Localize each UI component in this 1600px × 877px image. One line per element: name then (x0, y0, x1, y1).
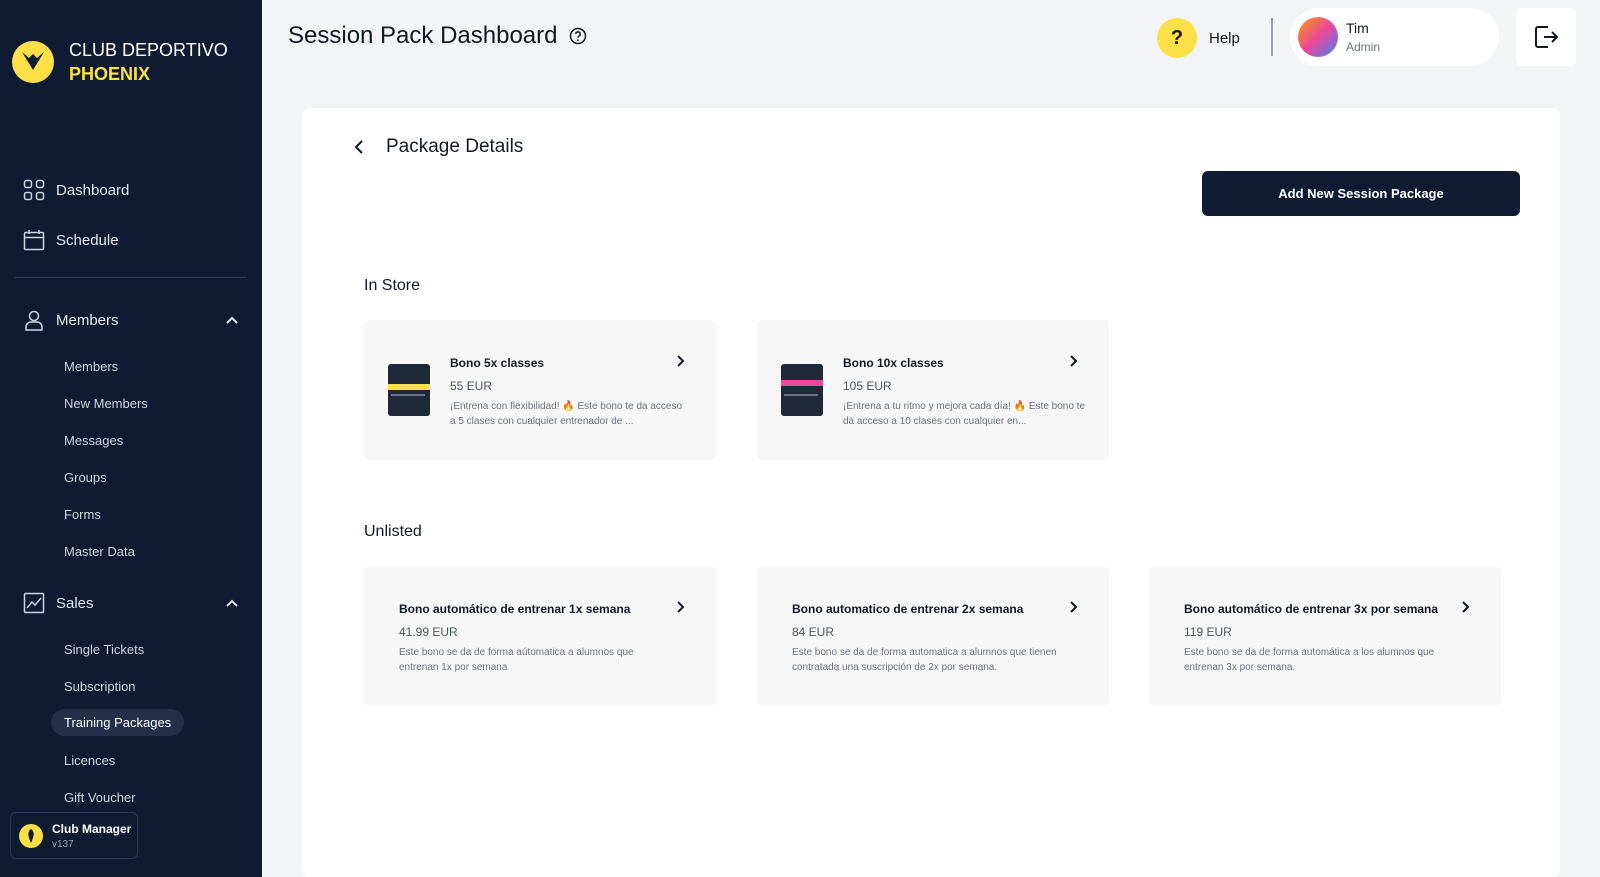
in-store-heading: In Store (364, 277, 421, 294)
package-price: 41.99 EUR (399, 625, 458, 639)
package-description: ¡Entrena con flexibilidad! 🔥 Este bono t… (450, 401, 683, 427)
sidebar-group-label: Sales (56, 594, 94, 612)
sidebar-item-members[interactable]: Members (64, 359, 118, 374)
package-card[interactable]: Bono automático de entrenar 1x semana 41… (364, 566, 716, 706)
package-price: 105 EUR (843, 379, 892, 393)
sidebar-item-label: Schedule (56, 231, 119, 249)
package-title: Bono 5x classes (450, 356, 545, 370)
package-details-panel: Package Details Add New Session Package … (302, 108, 1560, 877)
sidebar-divider (14, 277, 246, 278)
user-name: Tim (1346, 20, 1369, 36)
section-heading: Package Details (386, 136, 524, 157)
chevron-right-icon (1070, 601, 1078, 613)
package-title: Bono 10x classes (843, 356, 944, 370)
sidebar-item-schedule[interactable]: Schedule (22, 228, 119, 252)
help-button[interactable]: ? Help (1157, 18, 1240, 58)
sidebar-item-new-members[interactable]: New Members (64, 396, 148, 411)
sidebar-item-gift-voucher[interactable]: Gift Voucher (64, 790, 136, 805)
package-title: Bono automático de entrenar 1x semana (399, 602, 631, 616)
sidebar-item-master-data[interactable]: Master Data (64, 544, 135, 559)
help-icon: ? (1157, 18, 1197, 58)
package-price: 84 EUR (792, 625, 835, 639)
chevron-right-icon (677, 355, 685, 367)
package-title: Bono automatico de entrenar 2x semana (792, 602, 1024, 616)
package-thumbnail (781, 364, 823, 416)
help-label: Help (1209, 29, 1240, 47)
sidebar-item-messages[interactable]: Messages (64, 433, 123, 448)
club-manager-logo-icon (19, 823, 43, 848)
sidebar-item-licences[interactable]: Licences (64, 753, 115, 768)
sidebar-group-sales[interactable]: Sales (22, 591, 252, 615)
package-title: Bono automático de entrenar 3x por seman… (1184, 602, 1439, 616)
package-card[interactable]: Bono automatico de entrenar 2x semana 84… (757, 566, 1109, 706)
back-arrow-icon[interactable] (350, 138, 368, 156)
logout-icon (1535, 26, 1559, 48)
sidebar-group-members[interactable]: Members (22, 308, 252, 332)
sidebar-item-groups[interactable]: Groups (64, 470, 107, 485)
chevron-right-icon (1070, 355, 1078, 367)
package-card[interactable]: Bono automático de entrenar 3x por seman… (1149, 566, 1501, 706)
sidebar-item-label: Dashboard (56, 181, 130, 199)
package-card[interactable]: Bono 10x classes 105 EUR ¡Entrena a tu r… (757, 320, 1109, 460)
header-divider (1271, 18, 1273, 56)
package-description: Este bono se da de forma automática a lo… (1184, 647, 1435, 673)
package-description: Este bono se da de forma automatica a al… (792, 647, 1057, 673)
user-role: Admin (1346, 40, 1381, 54)
calendar-icon (22, 228, 46, 252)
brand-name-line1: CLUB DEPORTIVO (69, 40, 228, 60)
sidebar-item-subscription[interactable]: Subscription (64, 679, 136, 694)
club-manager-badge: Club Manager v137 (10, 812, 138, 859)
sidebar-item-forms[interactable]: Forms (64, 507, 101, 522)
chevron-up-icon[interactable] (224, 595, 240, 611)
chevron-right-icon (1462, 601, 1470, 613)
club-manager-title: Club Manager (52, 821, 132, 836)
package-card[interactable]: Bono 5x classes 55 EUR ¡Entrena con flex… (364, 320, 716, 460)
page-title: Session Pack Dashboard (288, 22, 587, 50)
package-description: ¡Entrena a tu ritmo y mejora cada día! 🔥… (843, 401, 1086, 427)
sidebar-item-training-packages[interactable]: Training Packages (51, 709, 185, 736)
sidebar-item-dashboard[interactable]: Dashboard (22, 178, 129, 202)
avatar (1298, 17, 1338, 57)
package-price: 119 EUR (1184, 625, 1232, 639)
user-icon (22, 308, 46, 332)
sidebar: CLUB DEPORTIVO PHOENIX Dashboard Schedul… (0, 0, 262, 877)
add-session-package-button[interactable]: Add New Session Package (1202, 171, 1520, 216)
package-thumbnail (388, 364, 430, 416)
package-description: Este bono se da de forma aútomatica a al… (399, 647, 634, 673)
question-circle-icon[interactable] (569, 27, 587, 45)
chevron-right-icon (677, 601, 685, 613)
user-menu[interactable]: Tim Admin (1290, 8, 1499, 66)
brand-name-line2: PHOENIX (69, 64, 151, 84)
logout-button[interactable] (1516, 8, 1576, 66)
sidebar-group-label: Members (56, 311, 119, 329)
chart-line-icon (22, 591, 46, 615)
package-price: 55 EUR (450, 379, 493, 393)
chevron-up-icon[interactable] (224, 312, 240, 328)
page-title-text: Session Pack Dashboard (288, 22, 558, 49)
grid-icon (22, 178, 46, 202)
app-version: v137 (52, 838, 74, 850)
phoenix-logo-icon (12, 41, 54, 83)
unlisted-heading: Unlisted (364, 523, 422, 540)
sidebar-item-single-tickets[interactable]: Single Tickets (64, 642, 144, 657)
brand[interactable]: CLUB DEPORTIVO PHOENIX (12, 38, 228, 86)
